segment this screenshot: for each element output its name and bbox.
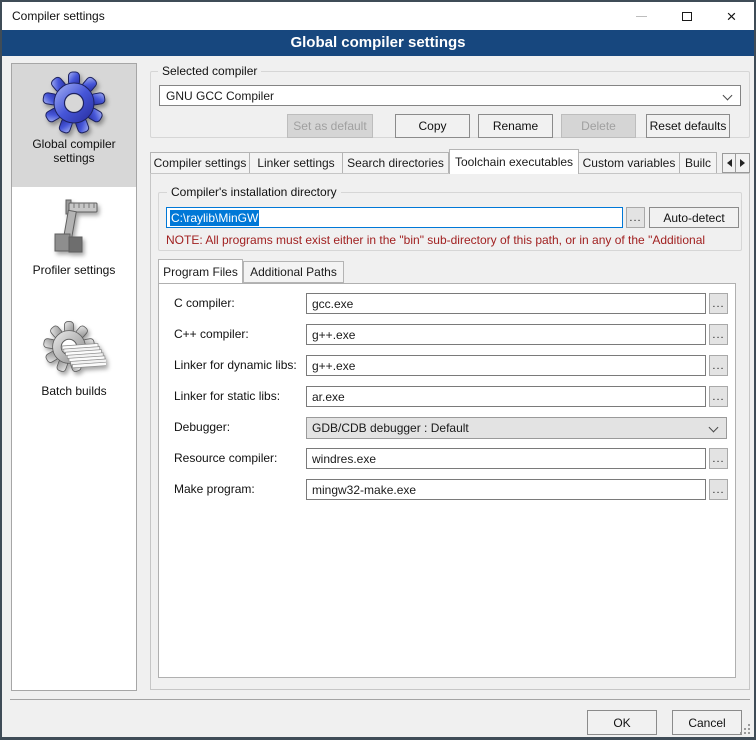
sidebar-item-batch-builds[interactable]: Batch builds [12,300,136,430]
program-files-panel: C compiler: gcc.exe ... C++ compiler: g+… [158,283,736,678]
selected-compiler-group-label: Selected compiler [158,64,261,78]
page-title: Global compiler settings [2,30,754,56]
set-as-default-button[interactable]: Set as default [287,114,373,138]
linker-dynamic-browse-button[interactable]: ... [709,355,728,376]
cancel-button[interactable]: Cancel [672,710,742,735]
tab-custom-variables[interactable]: Custom variables [579,152,680,174]
cpp-compiler-value: g++.exe [312,328,355,342]
browse-directory-button[interactable]: ... [626,207,645,228]
linker-static-label: Linker for static libs: [174,386,280,407]
c-compiler-browse-button[interactable]: ... [709,293,728,314]
minimize-icon [636,16,647,17]
settings-category-sidebar: Global compiler settings Profiler settin… [11,63,137,691]
tab-scroll-right-button[interactable] [736,153,750,173]
auto-detect-button[interactable]: Auto-detect [649,207,739,228]
linker-static-input[interactable]: ar.exe [306,386,706,407]
settings-tab-bar: Compiler settings Linker settings Search… [150,151,750,174]
chevron-down-icon [723,91,733,101]
close-icon: × [727,8,737,25]
cpp-compiler-input[interactable]: g++.exe [306,324,706,345]
c-compiler-label: C compiler: [174,293,235,314]
arrow-left-icon [727,159,732,167]
caliper-icon [42,197,106,261]
minimize-button[interactable] [619,2,664,30]
title-bar: Compiler settings × [2,2,754,30]
sidebar-item-label: Batch builds [12,382,136,406]
maximize-button[interactable] [664,2,709,30]
subtab-program-files[interactable]: Program Files [158,259,243,283]
linker-static-browse-button[interactable]: ... [709,386,728,407]
window-title: Compiler settings [12,2,105,30]
resource-compiler-value: windres.exe [312,452,376,466]
c-compiler-value: gcc.exe [312,297,353,311]
tab-build-options-truncated[interactable]: Builc [680,152,717,174]
tab-scroll-left-button[interactable] [722,153,736,173]
sidebar-item-label: Profiler settings [12,261,136,285]
delete-button[interactable]: Delete [561,114,636,138]
tab-linker-settings[interactable]: Linker settings [250,152,343,174]
make-program-label: Make program: [174,479,255,500]
linker-dynamic-input[interactable]: g++.exe [306,355,706,376]
linker-dynamic-value: g++.exe [312,359,355,373]
resource-compiler-label: Resource compiler: [174,448,277,469]
make-program-input[interactable]: mingw32-make.exe [306,479,706,500]
close-button[interactable]: × [709,2,754,30]
selected-compiler-dropdown[interactable]: GNU GCC Compiler [159,85,741,106]
gear-stack-icon [42,318,106,382]
make-program-browse-button[interactable]: ... [709,479,728,500]
debugger-value: GDB/CDB debugger : Default [312,421,469,435]
sidebar-item-global-compiler-settings[interactable]: Global compiler settings [12,64,136,187]
copy-button[interactable]: Copy [395,114,470,138]
linker-dynamic-label: Linker for dynamic libs: [174,355,297,376]
debugger-label: Debugger: [174,417,230,438]
tab-scroll-buttons [722,153,750,173]
reset-defaults-button[interactable]: Reset defaults [646,114,730,138]
window-controls: × [619,2,754,30]
compiler-actions-row: Set as default Copy Rename Delete Reset … [150,114,730,138]
ok-button[interactable]: OK [587,710,657,735]
make-program-value: mingw32-make.exe [312,483,416,497]
resource-compiler-browse-button[interactable]: ... [709,448,728,469]
compiler-settings-dialog: Compiler settings × Global compiler sett… [0,0,756,740]
resize-grip[interactable] [740,724,751,735]
subtab-additional-paths[interactable]: Additional Paths [243,261,344,283]
footer-separator [10,699,750,700]
gear-blue-icon [42,71,106,135]
tab-search-directories[interactable]: Search directories [343,152,449,174]
arrow-right-icon [740,159,745,167]
cpp-compiler-browse-button[interactable]: ... [709,324,728,345]
note-text: NOTE: All programs must exist either in … [166,233,744,247]
resource-compiler-input[interactable]: windres.exe [306,448,706,469]
sidebar-item-profiler-settings[interactable]: Profiler settings [12,187,136,300]
installation-directory-group-label: Compiler's installation directory [167,185,341,199]
linker-static-value: ar.exe [312,390,345,404]
sidebar-item-label: Global compiler settings [12,135,136,173]
selected-compiler-value: GNU GCC Compiler [166,89,274,103]
cpp-compiler-label: C++ compiler: [174,324,249,345]
maximize-icon [682,12,692,21]
debugger-dropdown[interactable]: GDB/CDB debugger : Default [306,417,727,439]
installation-directory-input[interactable]: C:\raylib\MinGW [166,207,623,228]
tab-toolchain-executables[interactable]: Toolchain executables [449,149,579,174]
c-compiler-input[interactable]: gcc.exe [306,293,706,314]
toolchain-executables-page: Compiler's installation directory C:\ray… [150,173,750,690]
chevron-down-icon [709,423,719,433]
rename-button[interactable]: Rename [478,114,553,138]
installation-directory-value: C:\raylib\MinGW [170,210,259,226]
tab-compiler-settings[interactable]: Compiler settings [150,152,250,174]
